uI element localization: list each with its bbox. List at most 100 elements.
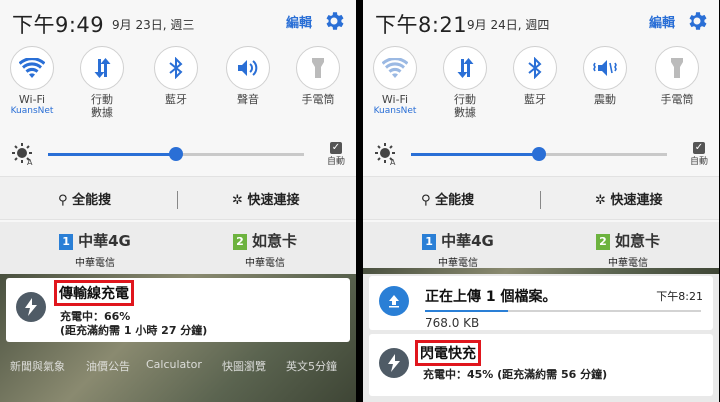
auto-brightness-checkbox[interactable]: ✓ 自動 [324,142,348,167]
sim-row: 1 中華4G 中華電信 2 如意卡 中華電信 [363,222,719,274]
toggle-label: 手電筒 [660,93,694,106]
toggle-bluetooth[interactable]: 藍牙 [505,46,565,106]
brightness-thumb[interactable] [532,147,546,161]
brightness-thumb[interactable] [169,147,183,161]
auto-brightness-checkbox[interactable]: ✓ 自動 [687,142,711,167]
sim-badge: 1 [59,234,74,250]
sim-name: 如意卡 [614,232,660,250]
sim-carrier: 中華電信 [608,258,648,269]
wifi-icon [19,58,45,78]
toggle-label: 手電筒 [301,93,335,106]
search-icon: ⚲ [421,193,431,208]
quick-connect-icon: ✲ [595,193,606,208]
upload-progress-fill [425,310,508,312]
charging-notification[interactable]: 閃電快充 充電中：45% (距充滿約需 56 分鐘) [369,334,713,396]
toggle-mobile-data[interactable]: 行動 數據 [72,46,132,119]
sim-2[interactable]: 2 如意卡 中華電信 [190,230,340,269]
sound-icon [238,60,258,76]
divider [177,191,178,209]
sim-carrier: 中華電信 [245,258,285,269]
charging-notification[interactable]: 傳輸線充電 充電中：66% (距充滿約需 1 小時 27 分鐘) [6,278,350,342]
checkmark-icon: ✓ [693,142,705,154]
quick-settings-panel-right: 下午8:21 9月 24日, 週四 編輯 Wi-Fi KuansNet 行動 數… [363,0,719,402]
toggle-flashlight[interactable]: 手電筒 [288,46,348,106]
toggle-sub: KuansNet [373,106,417,116]
status-header: 下午8:21 9月 24日, 週四 編輯 [363,0,719,44]
brightness-auto-icon: A [12,143,33,166]
clock: 下午9:49 [12,13,105,37]
upload-progress-bar [425,310,701,312]
quick-connect-label: 快速連接 [610,193,663,208]
upload-size: 768.0 KB [425,316,480,330]
wifi-icon [382,58,408,78]
app-label: Calculator [146,358,202,371]
flashlight-icon [312,58,324,78]
upload-notification[interactable]: 正在上傳 1 個檔案。 下午8:21 768.0 KB [369,276,713,330]
auto-label: 自動 [326,157,345,167]
quick-connect-icon: ✲ [232,193,243,208]
sim-badge: 2 [595,234,610,250]
checkmark-icon: ✓ [330,142,342,154]
finder-button[interactable]: ⚲ 全能搜 [58,189,111,208]
lightning-bolt-icon [379,348,409,378]
sim-carrier: 中華電信 [438,258,478,269]
toggle-vibrate[interactable]: 震動 [575,46,635,106]
sim-badge: 1 [422,234,437,250]
edit-button[interactable]: 編輯 [649,12,675,31]
finder-label: 全能搜 [72,193,112,208]
toggle-sound[interactable]: 聲音 [218,46,278,106]
toggle-wifi[interactable]: Wi-Fi KuansNet [2,46,62,117]
settings-gear-icon[interactable] [685,9,709,33]
quick-connect-button[interactable]: ✲ 快速連接 [232,189,299,208]
toggle-label: 聲音 [237,93,259,106]
app-label: 新聞與氣象 [10,360,65,373]
search-row: ⚲ 全能搜 ✲ 快速連接 [0,176,356,220]
quick-connect-button[interactable]: ✲ 快速連接 [595,189,662,208]
notification-title: 傳輸線充電 [54,280,134,306]
sim-badge: 2 [232,234,247,250]
sim-2[interactable]: 2 如意卡 中華電信 [553,230,703,269]
clock: 下午8:21 [375,13,468,37]
divider [540,191,541,209]
toggle-bluetooth[interactable]: 藍牙 [146,46,206,106]
settings-gear-icon[interactable] [322,9,346,33]
toggle-label: Wi-Fi [18,93,46,106]
sim-name: 中華4G [441,232,494,250]
sim-1[interactable]: 1 中華4G 中華電信 [20,230,170,269]
vibrate-icon [593,60,617,76]
search-icon: ⚲ [58,193,68,208]
brightness-row: A ✓ 自動 [363,138,719,174]
sim-name: 如意卡 [251,232,297,250]
app-label: 快圖瀏覽 [222,360,266,373]
mobile-data-icon [94,58,111,78]
brightness-slider[interactable] [48,147,304,161]
upload-icon [379,286,409,316]
edit-button[interactable]: 編輯 [286,12,312,31]
date: 9月 24日, 週四 [467,18,550,32]
status-header: 下午9:49 9月 23日, 週三 編輯 [0,0,356,44]
bluetooth-icon [528,57,542,79]
search-row: ⚲ 全能搜 ✲ 快速連接 [363,176,719,220]
finder-label: 全能搜 [435,193,475,208]
toggle-label: Wi-Fi [381,93,409,106]
brightness-slider[interactable] [411,147,667,161]
toggle-sub: KuansNet [10,106,54,116]
lightning-bolt-icon [16,292,46,322]
upload-title: 正在上傳 1 個檔案。 [425,289,557,305]
notification-line-1: 充電中：45% (距充滿約需 56 分鐘) [423,368,608,381]
toggle-mobile-data[interactable]: 行動 數據 [435,46,495,119]
sim-carrier: 中華電信 [75,258,115,269]
toggle-flashlight[interactable]: 手電筒 [647,46,707,106]
toggle-label: 行動 數據 [91,93,113,119]
quick-toggles: Wi-Fi KuansNet 行動 數據 藍牙 震動 手電筒 [363,46,719,130]
svg-text:A: A [27,158,33,166]
brightness-auto-icon: A [375,143,396,166]
finder-button[interactable]: ⚲ 全能搜 [421,189,474,208]
toggle-wifi[interactable]: Wi-Fi KuansNet [365,46,425,117]
brightness-fill [411,153,539,156]
upload-time: 下午8:21 [656,290,703,303]
sim-row: 1 中華4G 中華電信 2 如意卡 中華電信 [0,222,356,274]
brightness-row: A ✓ 自動 [0,138,356,174]
notification-line-2: (距充滿約需 1 小時 27 分鐘) [60,324,208,337]
sim-1[interactable]: 1 中華4G 中華電信 [383,230,533,269]
